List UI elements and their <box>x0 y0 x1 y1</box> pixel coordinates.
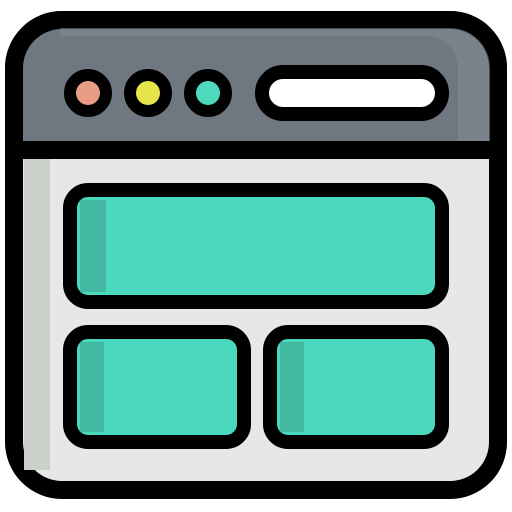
content-block-bottom-right <box>263 325 449 449</box>
content-block-bottom-left <box>63 325 251 449</box>
close-dot-icon[interactable] <box>64 69 112 117</box>
maximize-dot-icon[interactable] <box>184 69 232 117</box>
browser-window-illustration <box>5 11 507 499</box>
window-controls[interactable] <box>64 69 232 117</box>
address-bar[interactable] <box>255 65 449 121</box>
browser-window-icon <box>0 0 512 512</box>
address-bar-icon[interactable] <box>255 65 449 121</box>
minimize-dot-icon[interactable] <box>124 69 172 117</box>
content-block-top <box>63 183 449 309</box>
